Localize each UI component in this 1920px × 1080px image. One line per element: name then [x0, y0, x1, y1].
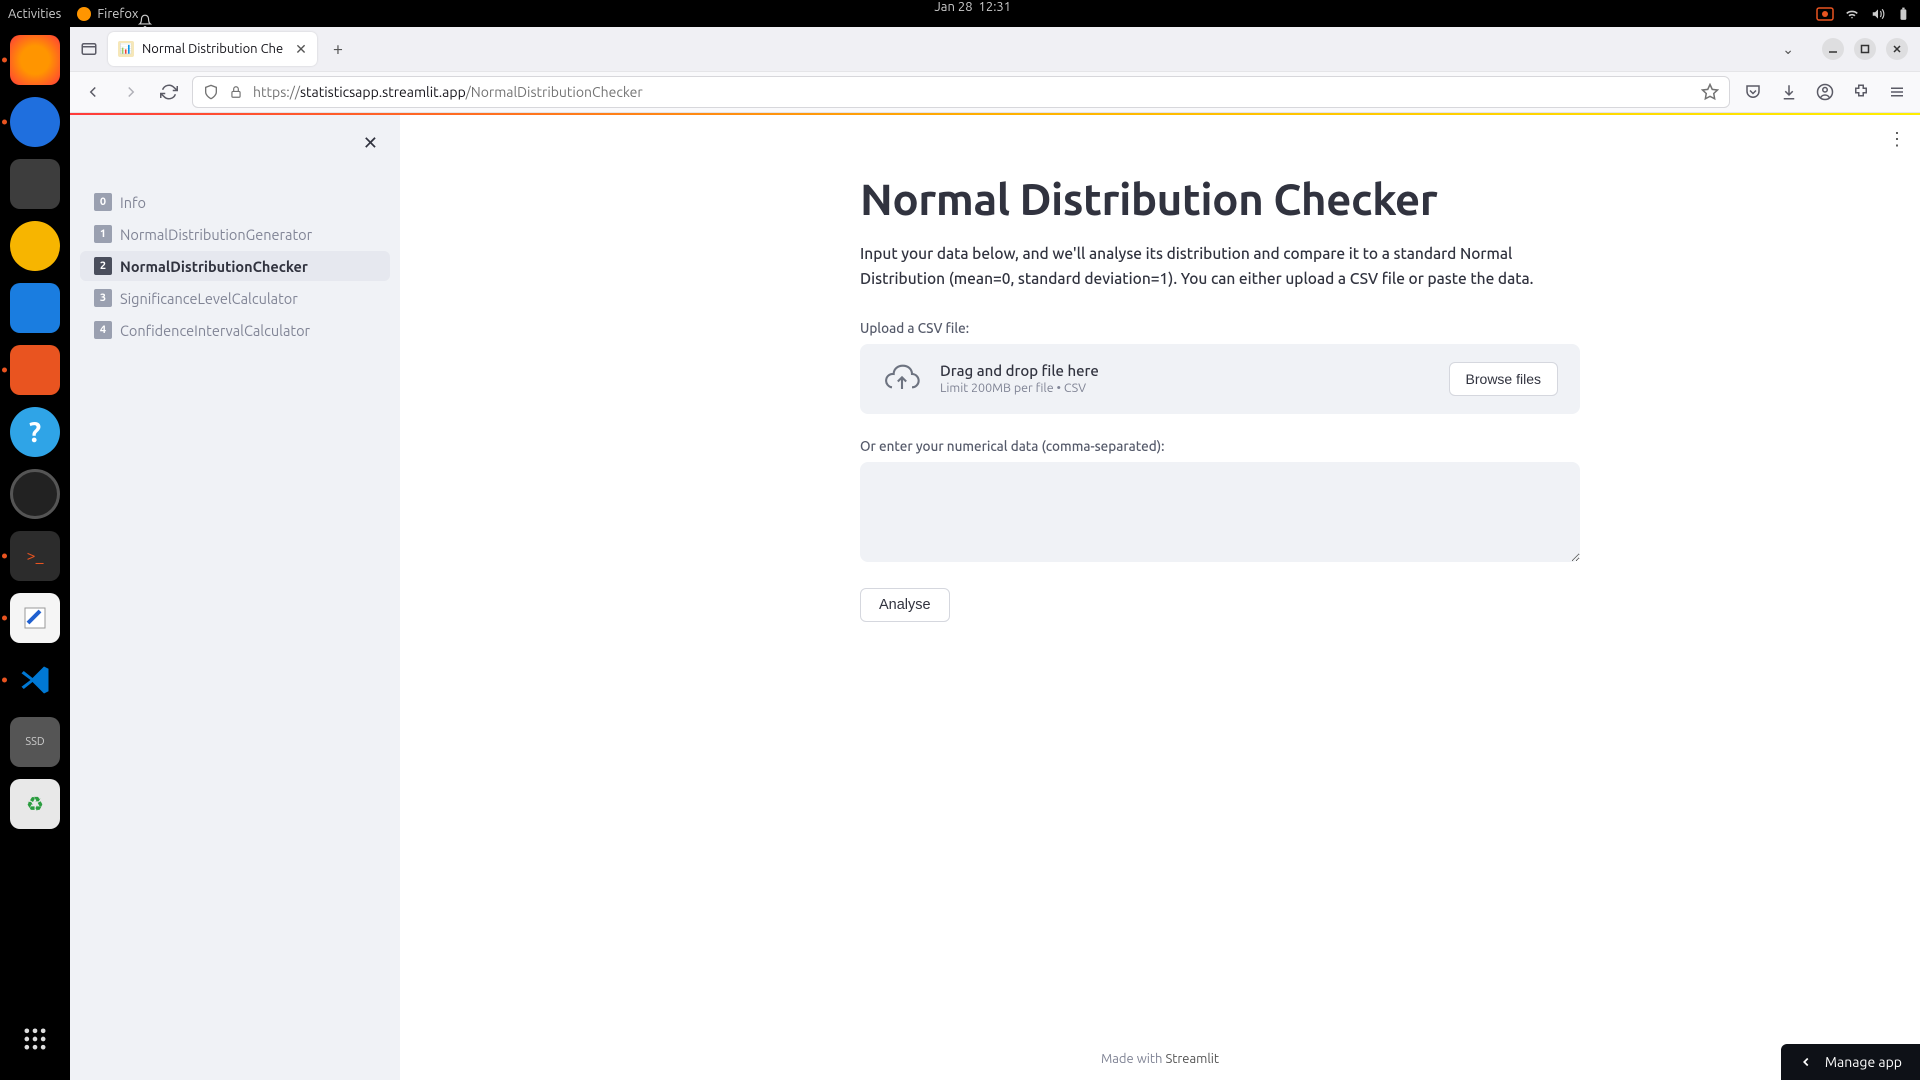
dock-rhythmbox[interactable]	[10, 221, 60, 271]
wifi-icon[interactable]	[1844, 7, 1860, 21]
bookmark-star-icon[interactable]	[1701, 83, 1719, 101]
chevron-left-icon	[1799, 1055, 1813, 1069]
sidebar-item-label: SignificanceLevelCalculator	[120, 290, 298, 307]
dock-files[interactable]	[10, 159, 60, 209]
sidebar-item-number: 3	[94, 289, 112, 307]
browse-files-button[interactable]: Browse files	[1449, 362, 1558, 396]
window-maximize-button[interactable]	[1854, 38, 1876, 60]
forward-button[interactable]	[116, 77, 146, 107]
page-title: Normal Distribution Checker	[860, 175, 1580, 224]
sidebar-item-number: 4	[94, 321, 112, 339]
tab-title: Normal Distribution Che	[142, 42, 283, 56]
back-button[interactable]	[78, 77, 108, 107]
dock-terminal[interactable]: >_	[10, 531, 60, 581]
streamlit-footer: Made with Streamlit	[1101, 1052, 1219, 1066]
dock-libreoffice[interactable]	[10, 283, 60, 333]
sidebar-item-number: 0	[94, 193, 112, 211]
dock-text-editor[interactable]	[10, 593, 60, 643]
streamlit-sidebar: ✕ 0 Info 1 NormalDistributionGenerator 2 Norm…	[70, 115, 400, 1080]
activities-button[interactable]: Activities	[8, 7, 61, 21]
extensions-icon[interactable]	[1846, 77, 1876, 107]
manage-app-button[interactable]: Manage app	[1781, 1044, 1920, 1080]
sidebar-item-label: ConfidenceIntervalCalculator	[120, 322, 310, 339]
ubuntu-dock: ? >_ SSD ♻	[0, 27, 70, 1080]
dock-disk[interactable]: SSD	[10, 717, 60, 767]
address-bar-row: https://statisticsapp.streamlit.app/Norm…	[70, 71, 1920, 113]
lock-icon	[229, 85, 243, 99]
app-menu-button[interactable]: ⋮	[1888, 129, 1906, 150]
page-description: Input your data below, and we'll analyse…	[860, 242, 1580, 292]
dock-obs[interactable]	[10, 469, 60, 519]
streamlit-link[interactable]: Streamlit	[1165, 1052, 1219, 1066]
topbar-app-name: Firefox	[97, 7, 138, 21]
topbar-time: 12:31	[979, 0, 1012, 14]
streamlit-app: ✕ 0 Info 1 NormalDistributionGenerator 2 Norm…	[70, 115, 1920, 1080]
sidebar-item-info[interactable]: 0 Info	[80, 187, 390, 217]
dock-vscode[interactable]	[10, 655, 60, 705]
firefox-window: 📊 Normal Distribution Che ✕ + ⌄ https://…	[70, 27, 1920, 1080]
topbar-date: Jan 28	[934, 0, 972, 14]
screen-record-icon[interactable]	[1816, 7, 1834, 21]
menu-button[interactable]	[1882, 77, 1912, 107]
dock-firefox[interactable]	[10, 35, 60, 85]
textarea-label: Or enter your numerical data (comma-sepa…	[860, 438, 1580, 454]
topbar-clock[interactable]: Jan 28 12:31	[138, 0, 1816, 28]
tab-favicon-icon: 📊	[118, 41, 134, 57]
volume-icon[interactable]	[1870, 7, 1886, 21]
sidebar-item-normaldistributionchecker[interactable]: 2 NormalDistributionChecker	[80, 251, 390, 281]
upload-label: Upload a CSV file:	[860, 320, 1580, 336]
dock-help[interactable]: ?	[10, 407, 60, 457]
power-icon[interactable]	[1896, 7, 1912, 21]
firefox-icon	[77, 7, 91, 21]
notification-icon	[138, 14, 1816, 28]
sidebar-item-number: 1	[94, 225, 112, 243]
downloads-icon[interactable]	[1774, 77, 1804, 107]
manage-app-label: Manage app	[1825, 1054, 1902, 1070]
analyse-button[interactable]: Analyse	[860, 588, 950, 622]
sidebar-item-label: NormalDistributionChecker	[120, 258, 308, 275]
sidebar-close-button[interactable]: ✕	[363, 133, 378, 154]
sidebar-item-normaldistributiongenerator[interactable]: 1 NormalDistributionGenerator	[80, 219, 390, 249]
dock-thunderbird[interactable]	[10, 97, 60, 147]
sidebar-item-number: 2	[94, 257, 112, 275]
dock-software[interactable]	[10, 345, 60, 395]
url-input[interactable]: https://statisticsapp.streamlit.app/Norm…	[192, 76, 1730, 108]
sidebar-item-label: Info	[120, 194, 146, 211]
streamlit-main: ⋮ Normal Distribution Checker Input your…	[400, 115, 1920, 1080]
pocket-icon[interactable]	[1738, 77, 1768, 107]
new-tab-button[interactable]: +	[323, 34, 353, 64]
reload-button[interactable]	[154, 77, 184, 107]
shield-icon	[203, 84, 219, 100]
firefox-view-button[interactable]	[76, 36, 102, 62]
gnome-topbar: Activities Firefox Jan 28 12:31	[0, 0, 1920, 27]
browser-tab[interactable]: 📊 Normal Distribution Che ✕	[108, 32, 317, 66]
cloud-upload-icon	[882, 364, 922, 394]
tab-strip: 📊 Normal Distribution Che ✕ + ⌄	[70, 27, 1920, 71]
sidebar-item-significancelevelcalculator[interactable]: 3 SignificanceLevelCalculator	[80, 283, 390, 313]
url-text: https://statisticsapp.streamlit.app/Norm…	[253, 84, 643, 100]
sidebar-item-confidenceintervalcalculator[interactable]: 4 ConfidenceIntervalCalculator	[80, 315, 390, 345]
tabs-dropdown-icon[interactable]: ⌄	[1782, 41, 1794, 58]
window-minimize-button[interactable]	[1822, 38, 1844, 60]
file-uploader[interactable]: Drag and drop file here Limit 200MB per …	[860, 344, 1580, 414]
dock-trash[interactable]: ♻	[10, 779, 60, 829]
uploader-limit: Limit 200MB per file • CSV	[940, 381, 1431, 395]
data-textarea[interactable]	[860, 462, 1580, 562]
tab-close-button[interactable]: ✕	[295, 41, 307, 58]
footer-prefix: Made with	[1101, 1052, 1166, 1066]
window-close-button[interactable]	[1886, 38, 1908, 60]
topbar-app-indicator[interactable]: Firefox	[77, 7, 138, 21]
dock-apps-grid[interactable]	[10, 1014, 60, 1064]
account-icon[interactable]	[1810, 77, 1840, 107]
uploader-instruction: Drag and drop file here	[940, 362, 1431, 379]
sidebar-item-label: NormalDistributionGenerator	[120, 226, 312, 243]
